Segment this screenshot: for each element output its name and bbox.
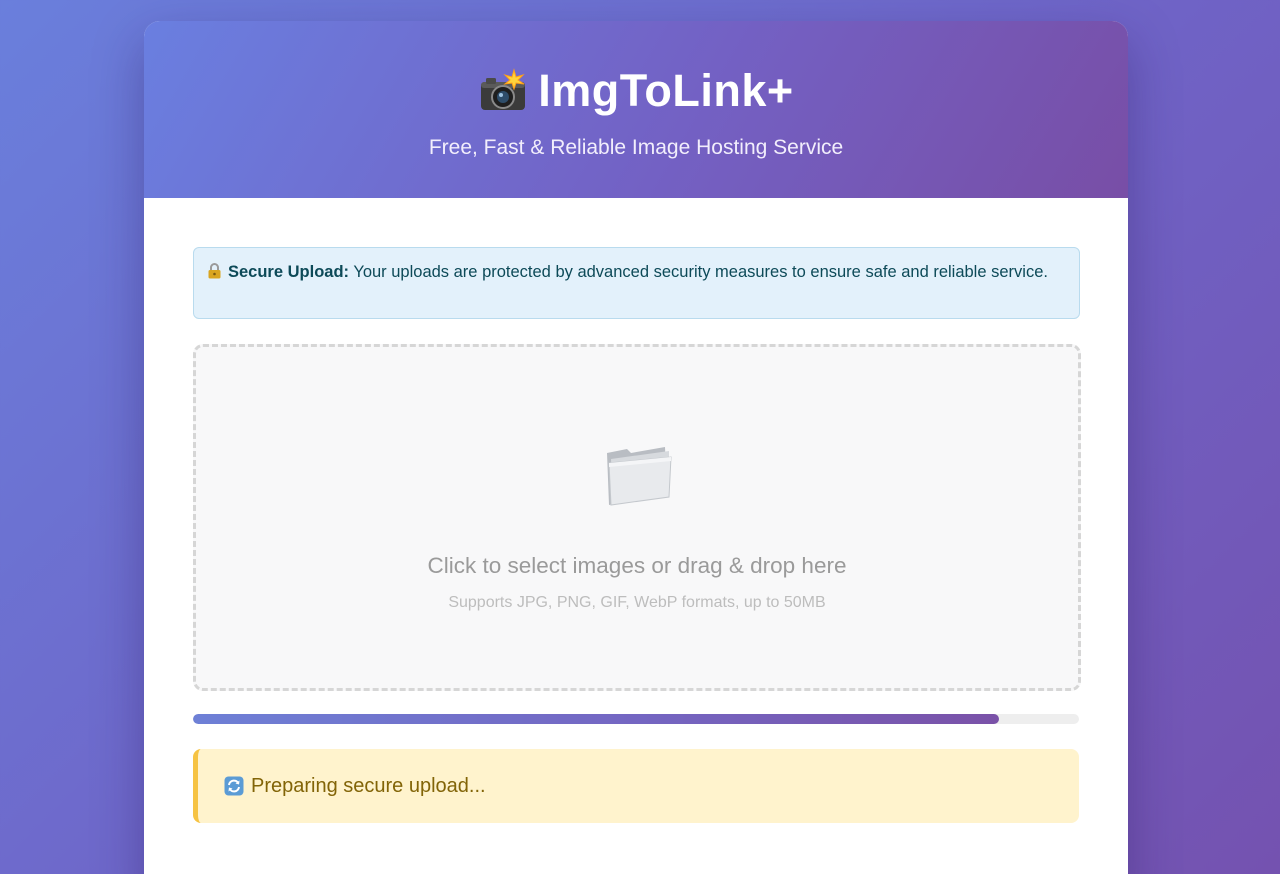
title-row: ImgToLink+ [144,65,1128,117]
dropzone-instruction: Click to select images or drag & drop he… [427,553,847,578]
app-title: ImgToLink+ [538,65,794,116]
image-dropzone[interactable]: Click to select images or drag & drop he… [193,344,1081,691]
secure-upload-notice: Secure Upload: Your uploads are protecte… [193,247,1080,319]
notice-text: Your uploads are protected by advanced s… [353,263,1048,281]
folder-icon [601,435,675,509]
notice-label: Secure Upload: [228,263,350,281]
lock-icon [207,263,222,279]
dropzone-formats-hint: Supports JPG, PNG, GIF, WebP formats, up… [448,594,826,611]
camera-flash-icon [478,68,528,114]
status-message: Preparing secure upload... [193,749,1079,823]
header: ImgToLink+ Free, Fast & Reliable Image H… [144,21,1128,198]
status-text: Preparing secure upload... [251,774,486,797]
upload-progress-fill [193,714,1000,724]
upload-card: ImgToLink+ Free, Fast & Reliable Image H… [144,21,1128,874]
upload-progress-bar [193,714,1079,724]
refresh-icon [224,776,244,796]
app-subtitle: Free, Fast & Reliable Image Hosting Serv… [428,136,844,159]
